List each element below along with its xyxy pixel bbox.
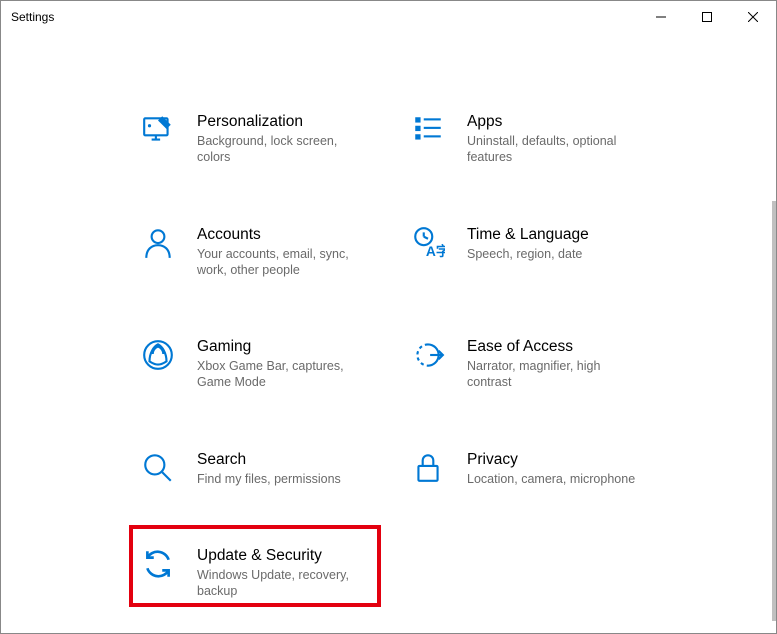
tile-desc: Background, lock screen, colors — [197, 133, 372, 166]
tile-title: Gaming — [197, 338, 372, 356]
tile-text: Ease of Access Narrator, magnifier, high… — [467, 338, 642, 391]
close-icon — [748, 12, 758, 22]
tile-title: Update & Security — [197, 547, 372, 565]
tile-desc: Uninstall, defaults, optional features — [467, 133, 642, 166]
tile-search[interactable]: Search Find my files, permissions — [141, 451, 411, 487]
tile-title: Personalization — [197, 113, 372, 131]
tile-desc: Location, camera, microphone — [467, 471, 635, 487]
tile-gaming[interactable]: Gaming Xbox Game Bar, captures, Game Mod… — [141, 338, 411, 391]
tile-text: Privacy Location, camera, microphone — [467, 451, 635, 487]
tile-desc: Windows Update, recovery, backup — [197, 567, 372, 600]
tile-text: Accounts Your accounts, email, sync, wor… — [197, 226, 372, 279]
tile-desc: Find my files, permissions — [197, 471, 341, 487]
scrollbar[interactable] — [772, 201, 776, 621]
tile-accounts[interactable]: Accounts Your accounts, email, sync, wor… — [141, 226, 411, 279]
tile-privacy[interactable]: Privacy Location, camera, microphone — [411, 451, 681, 487]
tile-title: Time & Language — [467, 226, 589, 244]
tile-title: Apps — [467, 113, 642, 131]
gaming-icon — [141, 338, 175, 372]
tile-text: Apps Uninstall, defaults, optional featu… — [467, 113, 642, 166]
tile-title: Ease of Access — [467, 338, 642, 356]
tile-text: Search Find my files, permissions — [197, 451, 341, 487]
update-security-icon — [141, 547, 175, 581]
tile-desc: Narrator, magnifier, high contrast — [467, 358, 642, 391]
tile-text: Gaming Xbox Game Bar, captures, Game Mod… — [197, 338, 372, 391]
tile-title: Privacy — [467, 451, 635, 469]
apps-icon — [411, 113, 445, 147]
tile-title: Search — [197, 451, 341, 469]
svg-text:A字: A字 — [426, 242, 445, 258]
settings-grid: Personalization Background, lock screen,… — [141, 113, 776, 599]
privacy-icon — [411, 451, 445, 485]
maximize-icon — [702, 12, 712, 22]
minimize-icon — [656, 12, 666, 22]
tile-ease-of-access[interactable]: Ease of Access Narrator, magnifier, high… — [411, 338, 681, 391]
ease-of-access-icon — [411, 338, 445, 372]
window-title: Settings — [11, 10, 54, 24]
tile-update-security[interactable]: Update & Security Windows Update, recove… — [141, 547, 411, 600]
personalization-icon — [141, 113, 175, 147]
close-button[interactable] — [730, 1, 776, 33]
tile-desc: Speech, region, date — [467, 246, 589, 262]
tile-title: Accounts — [197, 226, 372, 244]
titlebar: Settings — [1, 1, 776, 33]
tile-apps[interactable]: Apps Uninstall, defaults, optional featu… — [411, 113, 681, 166]
tile-time-language[interactable]: A字 Time & Language Speech, region, date — [411, 226, 681, 279]
window-controls — [638, 1, 776, 33]
tile-text: Time & Language Speech, region, date — [467, 226, 589, 262]
tile-text: Personalization Background, lock screen,… — [197, 113, 372, 166]
content-area: Personalization Background, lock screen,… — [1, 33, 776, 599]
accounts-icon — [141, 226, 175, 260]
tile-personalization[interactable]: Personalization Background, lock screen,… — [141, 113, 411, 166]
tile-desc: Your accounts, email, sync, work, other … — [197, 246, 372, 279]
time-language-icon: A字 — [411, 226, 445, 260]
tile-desc: Xbox Game Bar, captures, Game Mode — [197, 358, 372, 391]
search-icon — [141, 451, 175, 485]
tile-text: Update & Security Windows Update, recove… — [197, 547, 372, 600]
maximize-button[interactable] — [684, 1, 730, 33]
minimize-button[interactable] — [638, 1, 684, 33]
